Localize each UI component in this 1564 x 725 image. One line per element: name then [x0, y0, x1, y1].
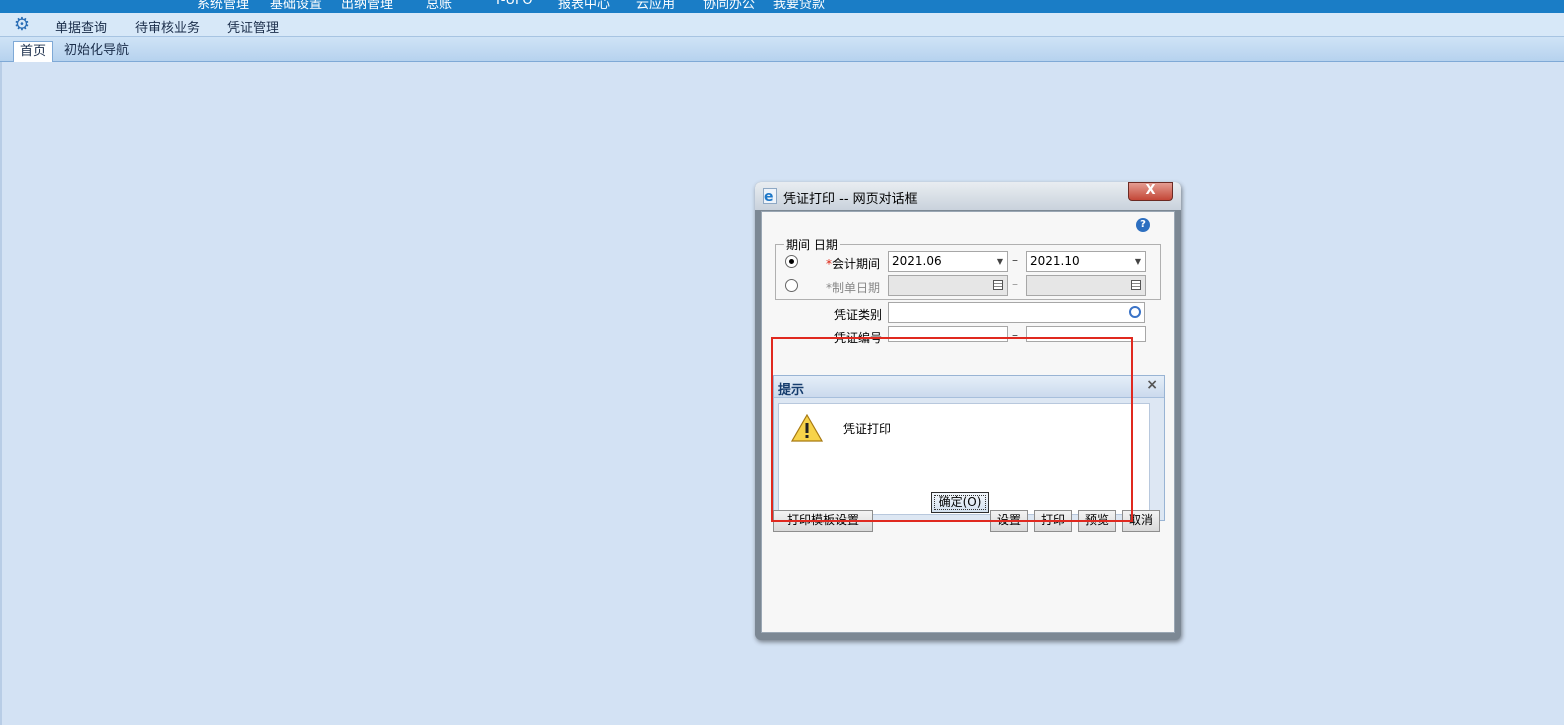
chevron-down-icon: ▼ [996, 257, 1003, 266]
top-nav-item[interactable]: 云应用 [636, 0, 675, 12]
top-nav-item[interactable]: 出纳管理 [341, 0, 393, 12]
help-icon[interactable]: ? [1136, 218, 1150, 232]
radio-creation-date[interactable] [785, 279, 798, 292]
top-nav-item[interactable]: 协同办公 [703, 0, 755, 12]
search-icon[interactable] [1129, 306, 1141, 318]
ie-icon: e [763, 188, 777, 205]
top-nav-item[interactable]: T-UFO [494, 0, 533, 8]
accounting-period-label: *会计期间 [826, 257, 881, 271]
menu-bar: ⚙ 单据查询 待审核业务 凭证管理 [0, 13, 1564, 37]
menu-item-voucher-management[interactable]: 凭证管理 [227, 17, 279, 36]
creation-date-label: *制单日期 [826, 281, 881, 295]
gear-icon[interactable]: ⚙ [12, 15, 32, 35]
period-to-select[interactable]: 2021.10 ▼ [1026, 251, 1146, 272]
tab-bar: 首页 初始化导航 [0, 37, 1564, 62]
top-nav-item[interactable]: 我要贷款 [773, 0, 825, 12]
top-nav-item[interactable]: 报表中心 [558, 0, 610, 12]
dialog-titlebar[interactable]: e 凭证打印 -- 网页对话框 [755, 182, 1181, 210]
close-icon[interactable]: × [1146, 377, 1158, 393]
voucher-type-label: 凭证类别 [834, 308, 883, 322]
tab-init-guide[interactable]: 初始化导航 [58, 41, 135, 62]
range-dash: – [1012, 253, 1018, 267]
left-divider [0, 62, 2, 725]
highlight-box [771, 337, 1133, 522]
calendar-icon[interactable] [993, 280, 1003, 290]
voucher-type-input[interactable] [888, 302, 1145, 323]
top-nav-item[interactable]: 系统管理 [197, 0, 249, 12]
range-dash: – [1012, 277, 1018, 291]
chevron-down-icon: ▼ [1134, 257, 1141, 266]
date-to-input[interactable] [1026, 275, 1146, 296]
calendar-icon[interactable] [1131, 280, 1141, 290]
date-from-input[interactable] [888, 275, 1008, 296]
tab-home[interactable]: 首页 [13, 41, 54, 62]
top-nav-item[interactable]: 基础设置 [270, 0, 322, 12]
group-legend: 期间 日期 [786, 238, 838, 252]
dialog-close-button[interactable]: X [1128, 182, 1173, 201]
dialog-title: 凭证打印 -- 网页对话框 [783, 192, 918, 207]
top-nav-bar: 系统管理 基础设置 出纳管理 总账 T-UFO 报表中心 云应用 协同办公 我要… [0, 0, 1564, 13]
radio-accounting-period[interactable] [785, 255, 798, 268]
top-nav-item[interactable]: 总账 [426, 0, 452, 12]
menu-item-document-query[interactable]: 单据查询 [55, 17, 107, 36]
menu-item-pending-review[interactable]: 待审核业务 [135, 17, 200, 36]
period-from-select[interactable]: 2021.06 ▼ [888, 251, 1008, 272]
